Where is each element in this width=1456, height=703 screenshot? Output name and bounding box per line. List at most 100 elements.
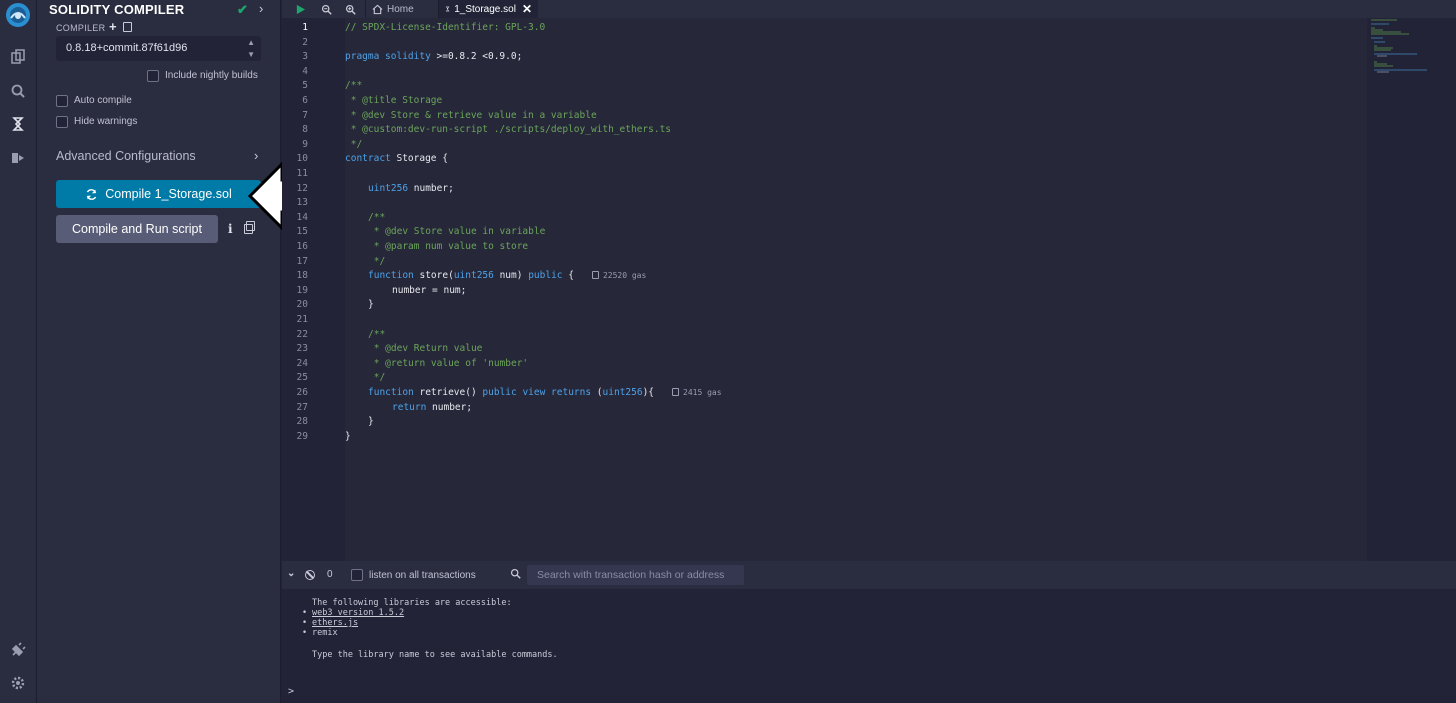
line-number: 25 (296, 372, 308, 384)
compile-and-run-script-button[interactable]: Compile and Run script (56, 215, 218, 243)
code-token: number; (426, 401, 473, 413)
code-token: contract (345, 153, 391, 165)
gas-estimate: 2415 gas (672, 388, 722, 397)
code-token: function (368, 387, 414, 398)
close-icon[interactable]: ✕ (522, 2, 532, 16)
terminal-intro: The following libraries are accessible: (312, 598, 512, 608)
terminal-prompt[interactable]: > (288, 686, 294, 697)
code-line: number = num; (392, 284, 467, 296)
file-icon[interactable] (123, 22, 132, 32)
zoom-out-icon[interactable] (318, 1, 334, 17)
solidity-file-icon (445, 6, 450, 12)
line-number: 3 (302, 51, 308, 63)
library-link-web3[interactable]: web3 version 1.5.2 (302, 608, 404, 618)
line-number: 15 (296, 226, 308, 238)
code-token: function (368, 270, 414, 282)
code-line: * @dev Store value in variable (368, 226, 546, 238)
line-number: 4 (302, 65, 308, 77)
code-line: // SPDX-License-Identifier: GPL-3.0 (345, 22, 546, 33)
code-line: /** (368, 328, 386, 340)
code-line: pragma solidity >=0.8.2 <0.9.0; (345, 50, 522, 65)
code-token: number; (408, 182, 454, 194)
compiler-version-select[interactable]: 0.8.18+commit.87f61d96 ▲ ▼ (56, 36, 261, 61)
chevron-double-down-icon[interactable]: ⌄ (287, 568, 295, 579)
code-token: uint256 (453, 270, 494, 282)
line-number: 8 (302, 124, 308, 136)
compile-button[interactable]: Compile 1_Storage.sol (56, 180, 261, 208)
line-number: 21 (296, 314, 308, 325)
listen-transactions-checkbox[interactable] (351, 569, 363, 581)
line-number: 6 (302, 95, 308, 106)
solidity-compiler-icon[interactable] (7, 113, 29, 135)
code-token: Storage { (390, 153, 448, 165)
code-editor[interactable]: 1 2 3 4 5 6 7 8 9 10 11 12 13 14 15 16 1… (282, 18, 1367, 561)
code-line: /** (345, 80, 363, 92)
line-number: 24 (296, 357, 308, 369)
info-icon[interactable]: i (228, 222, 233, 236)
code-area[interactable]: // SPDX-License-Identifier: GPL-3.0 prag… (345, 18, 1367, 561)
code-token: uint256 (368, 182, 409, 194)
file-explorer-icon[interactable] (7, 46, 29, 68)
code-line: function retrieve() public view returns … (368, 386, 722, 401)
compiler-label: COMPILER (56, 23, 106, 33)
search-icon[interactable] (7, 80, 29, 102)
terminal-toolbar: ⌄ 0 listen on all transactions Search wi… (282, 561, 1456, 589)
chevron-right-icon[interactable]: › (259, 1, 263, 16)
terminal-hint: Type the library name to see available c… (312, 650, 558, 660)
code-line: } (368, 299, 374, 311)
code-line: * @custom:dev-run-script ./scripts/deplo… (345, 124, 672, 136)
plugin-manager-icon[interactable] (7, 639, 29, 661)
compiler-version-value: 0.8.18+commit.87f61d96 (66, 42, 188, 54)
run-play-icon[interactable] (292, 1, 308, 17)
code-line: */ (368, 372, 386, 384)
search-icon (510, 568, 521, 579)
remix-logo-icon[interactable] (5, 2, 31, 28)
code-line: * @dev Return value (368, 343, 483, 355)
code-line: function store(uint256 num) public {2252… (368, 269, 646, 284)
code-token: store( (413, 270, 454, 282)
code-line: */ (368, 255, 386, 267)
line-number: 14 (296, 211, 308, 223)
code-line: uint256 number; (368, 182, 454, 197)
line-number: 2 (302, 36, 308, 48)
deploy-run-icon[interactable] (7, 147, 29, 169)
gas-pump-icon (672, 388, 680, 396)
advanced-configurations-toggle[interactable]: Advanced Configurations (56, 149, 196, 163)
select-arrows-icon: ▲ ▼ (247, 38, 255, 59)
code-token: pragma solidity (345, 51, 431, 63)
auto-compile-label: Auto compile (74, 95, 132, 106)
code-line: * @param num value to store (368, 241, 529, 252)
tab-home[interactable]: Home (365, 0, 438, 18)
home-icon (372, 4, 383, 14)
nightly-builds-checkbox[interactable] (147, 70, 159, 82)
line-number: 20 (296, 299, 308, 311)
code-line: } (368, 416, 374, 428)
line-number: 17 (296, 255, 308, 267)
refresh-icon (87, 188, 97, 200)
code-line: } (345, 430, 351, 442)
nightly-builds-label: Include nightly builds (165, 70, 258, 81)
settings-gear-icon[interactable] (7, 672, 29, 694)
terminal-output[interactable]: The following libraries are accessible: … (282, 589, 1456, 703)
hide-warnings-checkbox[interactable] (56, 116, 68, 128)
line-number: 10 (296, 153, 308, 165)
gas-estimate-text: 22520 gas (602, 271, 647, 281)
library-link-ethers[interactable]: ethers.js (302, 618, 358, 628)
hide-warnings-label: Hide warnings (74, 116, 138, 127)
editor-minimap[interactable] (1367, 18, 1456, 561)
clear-console-icon[interactable] (305, 570, 315, 580)
line-number: 13 (296, 197, 308, 209)
line-number: 9 (302, 138, 308, 150)
tab-1-storage-sol[interactable]: 1_Storage.sol ✕ (438, 0, 538, 18)
editor-tab-bar: Home 1_Storage.sol ✕ (282, 0, 1456, 18)
zoom-in-icon[interactable] (342, 1, 358, 17)
code-line: * @dev Store & retrieve value in a varia… (345, 109, 597, 121)
code-token: >=0.8.2 <0.9.0; (430, 51, 523, 63)
add-compiler-icon[interactable]: + (109, 19, 117, 34)
transaction-search-input[interactable]: Search with transaction hash or address (527, 565, 744, 585)
auto-compile-checkbox[interactable] (56, 95, 68, 107)
line-number: 1 (302, 22, 308, 33)
remix-ide: SOLIDITY COMPILER ✔ › COMPILER + 0.8.18+… (0, 0, 1456, 703)
code-token: retrieve() (413, 387, 483, 398)
code-token: { (562, 270, 574, 282)
